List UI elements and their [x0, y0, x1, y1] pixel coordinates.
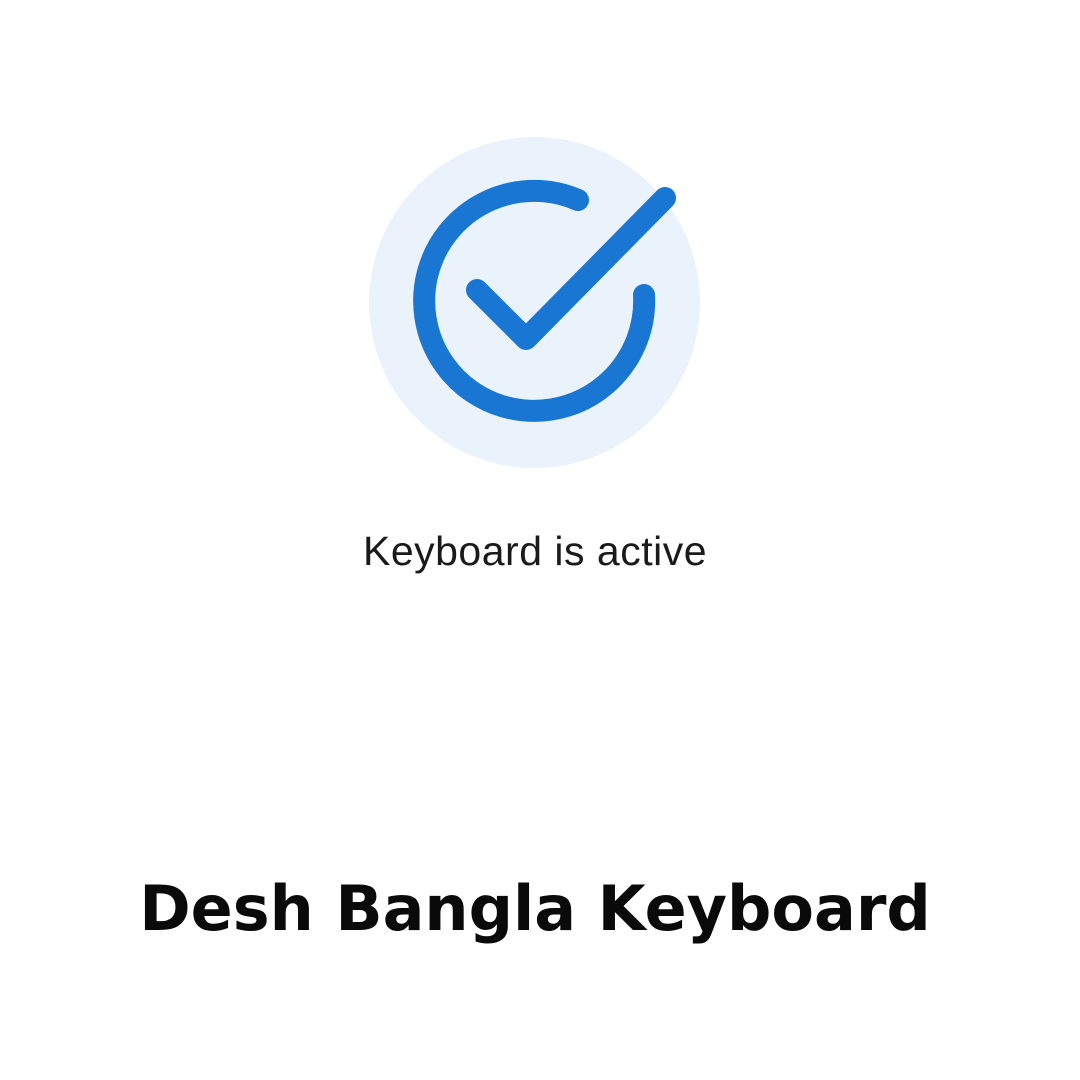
- check-circle-icon: [413, 179, 676, 422]
- keyboard-status-label: Keyboard is active: [362, 528, 707, 574]
- status-icon-container: [369, 137, 700, 468]
- keyboard-status-screen: Keyboard is active Desh Bangla Keyboard: [0, 0, 1080, 1080]
- app-title: Desh Bangla Keyboard: [139, 872, 931, 945]
